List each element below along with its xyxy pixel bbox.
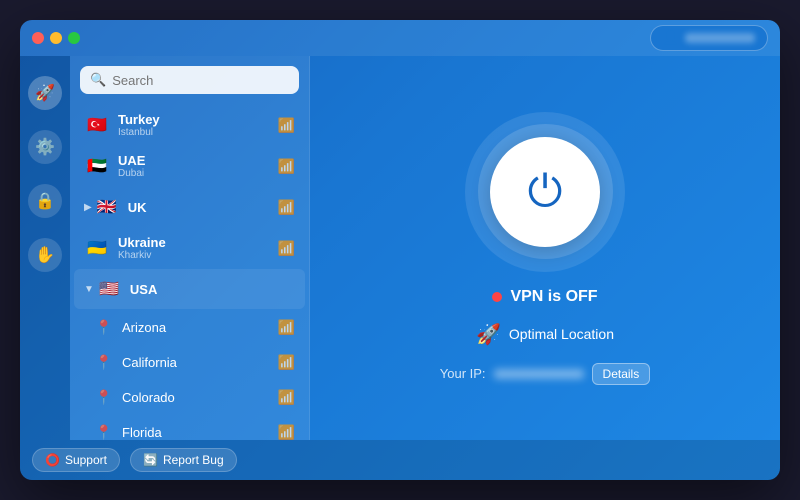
user-badge[interactable]: 👤: [650, 25, 768, 51]
flag-usa: 🇺🇸: [96, 276, 122, 302]
power-ring-outer: ⏻: [465, 112, 625, 272]
server-subitem-colorado[interactable]: 📍 Colorado 📶: [74, 380, 305, 414]
search-input[interactable]: [112, 73, 289, 88]
optimal-location-label: Optimal Location: [509, 326, 614, 342]
signal-icon-colorado: 📶: [278, 389, 295, 406]
server-city-turkey: Istanbul: [118, 127, 278, 138]
user-icon: 👤: [663, 30, 679, 46]
server-name-uk: UK: [128, 200, 278, 215]
ip-label: Your IP:: [440, 366, 486, 381]
signal-icon-uae: 📶: [278, 158, 295, 175]
server-name-uae: UAE: [118, 153, 278, 168]
traffic-lights: [32, 32, 80, 44]
server-list: 🇹🇷 Turkey Istanbul 📶 🇦🇪 UAE Dubai 📶: [70, 104, 309, 440]
server-info-uae: UAE Dubai: [118, 153, 278, 179]
maximize-button[interactable]: [68, 32, 80, 44]
sub-name-colorado: Colorado: [122, 390, 278, 405]
pin-florida-icon: 📍: [94, 422, 114, 440]
server-name-ukraine: Ukraine: [118, 235, 278, 250]
server-info-usa: USA: [130, 282, 295, 297]
title-bar-right: 👤: [650, 25, 768, 51]
app-window: 👤 🚀 ⚙️ 🔒 ✋ 🔍: [20, 20, 780, 480]
title-bar: 👤: [20, 20, 780, 56]
server-item-turkey[interactable]: 🇹🇷 Turkey Istanbul 📶: [74, 105, 305, 145]
server-item-ukraine[interactable]: 🇺🇦 Ukraine Kharkiv 📶: [74, 228, 305, 268]
server-name-turkey: Turkey: [118, 112, 278, 127]
vpn-status: VPN is OFF: [492, 288, 597, 306]
report-bug-button[interactable]: 🔄 Report Bug: [130, 448, 237, 472]
sidebar-item-settings[interactable]: ⚙️: [28, 130, 62, 164]
server-subitem-arizona[interactable]: 📍 Arizona 📶: [74, 310, 305, 344]
flag-ukraine: 🇺🇦: [84, 235, 110, 261]
sidebar-item-hand[interactable]: ✋: [28, 238, 62, 272]
user-name: [685, 33, 755, 43]
sidebar-icons: 🚀 ⚙️ 🔒 ✋: [20, 56, 70, 440]
sub-name-florida: Florida: [122, 425, 278, 440]
bug-icon: 🔄: [143, 453, 158, 467]
ip-address: [494, 369, 584, 379]
status-dot-off: [492, 292, 502, 302]
server-subitem-florida[interactable]: 📍 Florida 📶: [74, 415, 305, 440]
flag-uae: 🇦🇪: [84, 153, 110, 179]
signal-icon-turkey: 📶: [278, 117, 295, 134]
power-symbol-icon: ⏻: [528, 170, 563, 214]
signal-icon-uk: 📶: [278, 199, 295, 216]
server-item-uae[interactable]: 🇦🇪 UAE Dubai 📶: [74, 146, 305, 186]
server-info-ukraine: Ukraine Kharkiv: [118, 235, 278, 261]
server-city-uae: Dubai: [118, 168, 278, 179]
search-icon: 🔍: [90, 72, 106, 88]
bottom-bar: ⭕ Support 🔄 Report Bug: [20, 440, 780, 480]
flag-uk: 🇬🇧: [94, 194, 120, 220]
server-item-uk[interactable]: ▶ 🇬🇧 UK 📶: [74, 187, 305, 227]
signal-icon-ukraine: 📶: [278, 240, 295, 257]
pin-arizona-icon: 📍: [94, 317, 114, 337]
support-button[interactable]: ⭕ Support: [32, 448, 120, 472]
minimize-button[interactable]: [50, 32, 62, 44]
signal-icon-arizona: 📶: [278, 319, 295, 336]
main-content: 🚀 ⚙️ 🔒 ✋ 🔍 🇹🇷: [20, 56, 780, 440]
sidebar-item-lock[interactable]: 🔒: [28, 184, 62, 218]
power-button[interactable]: ⏻: [490, 137, 600, 247]
server-panel: 🔍 🇹🇷 Turkey Istanbul 📶 🇦🇪: [70, 56, 310, 440]
rocket-icon: 🚀: [476, 322, 501, 347]
server-name-usa: USA: [130, 282, 295, 297]
ip-row: Your IP: Details: [440, 363, 650, 385]
flag-turkey: 🇹🇷: [84, 112, 110, 138]
server-subitem-california[interactable]: 📍 California 📶: [74, 345, 305, 379]
close-button[interactable]: [32, 32, 44, 44]
report-bug-label: Report Bug: [163, 453, 224, 467]
optimal-location[interactable]: 🚀 Optimal Location: [476, 322, 614, 347]
server-city-ukraine: Kharkiv: [118, 250, 278, 261]
pin-california-icon: 📍: [94, 352, 114, 372]
rocket-nav-icon: 🚀: [35, 83, 55, 103]
vpn-status-label: VPN is OFF: [510, 288, 597, 306]
search-box: 🔍: [80, 66, 299, 94]
support-icon: ⭕: [45, 453, 60, 467]
power-ring-middle: ⏻: [478, 124, 613, 259]
sub-name-california: California: [122, 355, 278, 370]
settings-nav-icon: ⚙️: [35, 137, 55, 157]
search-container: 🔍: [70, 56, 309, 104]
hand-nav-icon: ✋: [35, 245, 55, 265]
server-item-usa[interactable]: ▼ 🇺🇸 USA: [74, 269, 305, 309]
pin-colorado-icon: 📍: [94, 387, 114, 407]
signal-icon-california: 📶: [278, 354, 295, 371]
sidebar-item-rocket[interactable]: 🚀: [28, 76, 62, 110]
lock-nav-icon: 🔒: [35, 191, 55, 211]
support-label: Support: [65, 453, 107, 467]
server-info-uk: UK: [128, 200, 278, 215]
server-info-turkey: Turkey Istanbul: [118, 112, 278, 138]
chevron-down-usa-icon: ▼: [84, 284, 94, 295]
chevron-right-uk-icon: ▶: [84, 202, 92, 213]
details-button[interactable]: Details: [592, 363, 651, 385]
sub-name-arizona: Arizona: [122, 320, 278, 335]
signal-icon-florida: 📶: [278, 424, 295, 441]
right-panel: ⏻ VPN is OFF 🚀 Optimal Location Your IP:…: [310, 56, 780, 440]
